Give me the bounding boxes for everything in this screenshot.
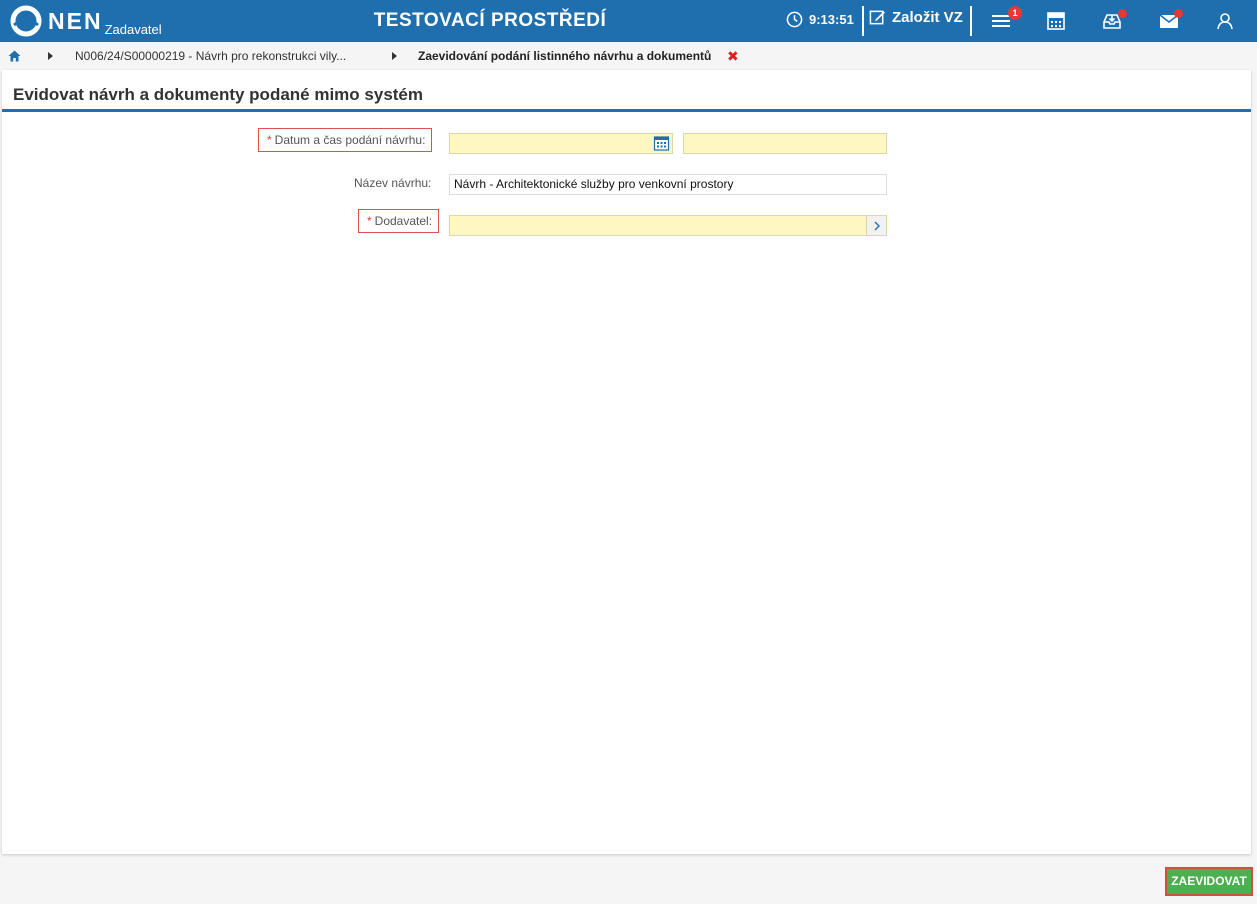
close-tab-icon[interactable]: ✖ [727,48,739,65]
date-input[interactable] [449,133,673,154]
required-star: * [367,214,372,228]
title-underline [2,109,1251,112]
time-input[interactable] [683,133,887,154]
create-vz-label: Založit VZ [892,9,963,26]
register-submit-button[interactable]: ZAEVIDOVAT [1165,867,1253,896]
user-icon[interactable] [1215,11,1235,31]
separator [862,6,864,36]
chevron-right-icon [392,52,397,60]
separator [970,6,972,36]
nen-logo-icon [10,5,42,37]
chevron-right-icon [48,52,53,60]
menu-badge: 1 [1008,6,1022,20]
supplier-label: * Dodavatel: [358,209,440,233]
calculator-icon[interactable] [1046,11,1066,31]
nen-logo[interactable]: NEN Zadavatel [10,5,162,37]
mail-notification-dot [1174,9,1183,18]
environment-title: TESTOVACÍ PROSTŘEDÍ [373,10,607,31]
breadcrumb-item-current: Zaevidování podání listinného návrhu a d… [418,49,712,63]
clock-icon [786,11,803,28]
top-bar: NEN Zadavatel TESTOVACÍ PROSTŘEDÍ 9:13:5… [0,0,1257,42]
logo-text: NEN [48,8,103,34]
chevron-right-icon [874,221,880,230]
required-star: * [267,133,272,147]
page-title: Evidovat návrh a dokumenty podané mimo s… [13,85,424,104]
clock-time: 9:13:51 [809,12,854,27]
breadcrumb-item-procurement[interactable]: N006/24/S00000219 - Návrh pro rekonstruk… [75,49,346,63]
breadcrumb: N006/24/S00000219 - Návrh pro rekonstruk… [0,42,1257,70]
supplier-input[interactable] [449,215,887,236]
inbox-notification-dot [1118,9,1127,18]
name-label: Název návrhu: [354,176,432,190]
home-icon[interactable] [8,50,21,62]
main-panel: Evidovat návrh a dokumenty podané mimo s… [2,70,1251,854]
supplier-select-button[interactable] [866,216,886,235]
session-clock: 9:13:51 [786,11,854,28]
name-input[interactable]: Návrh - Architektonické služby pro venko… [449,174,887,195]
role-label: Zadavatel [104,22,162,37]
create-vz-button[interactable]: Založit VZ [869,9,963,26]
calendar-icon[interactable] [653,135,670,152]
date-label: * Datum a čas podání návrhu: [258,128,433,152]
edit-icon [869,10,885,25]
